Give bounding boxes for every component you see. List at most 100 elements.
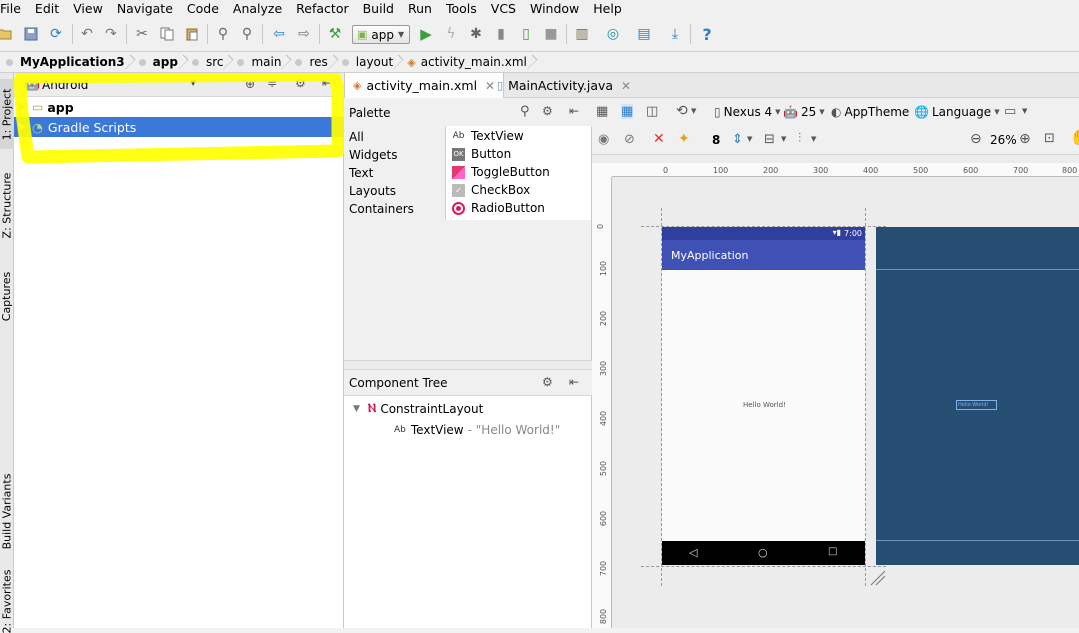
menu-edit[interactable]: Edit [28,0,66,18]
hide-panel-icon[interactable]: ⇤ [569,375,579,389]
language-select[interactable]: 🌐 Language ▼ [914,105,1000,119]
palette-category-widgets[interactable]: Widgets [349,148,398,162]
palette-item-textview[interactable]: Ab TextView [452,129,524,143]
sdk-manager-icon[interactable]: ◎ [604,25,622,43]
hide-panel-icon[interactable]: ⇤ [322,76,332,90]
infer-constraints-icon[interactable]: ✦ [678,131,690,147]
layout-variants-icon[interactable]: ▭ [1004,104,1016,119]
design-preview[interactable]: ▾▮ 7:00 MyApplication Hello World! ◁ ○ □ [662,227,865,565]
run-icon[interactable]: ▶ [417,25,435,43]
blueprint-textview[interactable]: Hello World! [956,400,997,410]
expand-arrow-icon[interactable] [19,103,25,111]
breadcrumb-project[interactable]: MyApplication3 [0,52,133,73]
gear-icon[interactable]: ⚙ [295,76,306,90]
breadcrumb-layout[interactable]: layout [336,52,401,73]
guidelines-icon[interactable]: ⫶ [798,131,801,146]
default-margin-value[interactable]: 8 [712,133,720,147]
structure-tool-tab[interactable]: Z: Structure [0,165,14,245]
both-modes-icon[interactable]: ◫ [646,104,658,119]
favorites-tool-tab[interactable]: 2: Favorites [0,569,14,633]
menu-window[interactable]: Window [523,0,586,18]
palette-category-containers[interactable]: Containers [349,202,414,216]
menu-navigate[interactable]: Navigate [110,0,180,18]
attach-debugger-icon[interactable]: ▯ [517,25,535,43]
search-icon[interactable]: ⚲ [520,104,530,119]
palette-category-layouts[interactable]: Layouts [349,184,396,198]
project-view-select[interactable]: Android [42,78,88,92]
build-variants-tool-tab[interactable]: Build Variants [0,461,14,561]
orientation-icon[interactable]: ⟲ [676,103,688,119]
tree-item-app[interactable]: ▭ app [14,97,344,117]
palette-item-button[interactable]: OK Button [452,147,511,161]
paste-icon[interactable] [183,25,201,43]
palette-item-togglebutton[interactable]: ToggleButton [452,165,550,179]
menu-view[interactable]: View [66,0,110,18]
help-icon[interactable]: ? [698,25,716,44]
theme-select[interactable]: ◐ AppTheme [831,105,909,119]
menu-build[interactable]: Build [356,0,401,18]
palette-item-checkbox[interactable]: ✓ CheckBox [452,183,530,197]
scroll-from-source-icon[interactable]: ⊕ [245,77,255,91]
sync-icon[interactable]: ⟳ [47,25,65,43]
breadcrumb-src[interactable]: src [186,52,232,73]
align-icon[interactable]: ⊟ [764,132,775,147]
menu-analyze[interactable]: Analyze [226,0,289,18]
back-nav-icon[interactable]: ◁ [689,546,697,559]
breadcrumb-main[interactable]: main [231,52,289,73]
api-level-select[interactable]: 🤖 25 ▼ [783,105,825,119]
gear-icon[interactable]: ⚙ [542,104,553,118]
tree-node-constraintlayout[interactable]: ▼ Ⲛ ConstraintLayout [353,401,483,416]
cut-icon[interactable]: ✂ [133,25,151,43]
open-folder-icon[interactable] [0,25,14,43]
chevron-down-icon[interactable]: ▼ [190,78,196,87]
tree-node-textview[interactable]: Ab TextView - "Hello World!" [394,423,560,437]
chevron-down-icon[interactable]: ▼ [747,135,752,143]
avd-manager-icon[interactable]: ▥ [573,25,591,43]
replace-icon[interactable]: ⚲ [238,25,256,43]
device-select[interactable]: ▯ Nexus 4 ▼ [714,105,781,119]
back-icon[interactable]: ⇦ [270,25,288,43]
breadcrumb-file[interactable]: ◈ activity_main.xml [401,52,535,73]
palette-item-radiobutton[interactable]: RadioButton [452,201,545,215]
stop-icon[interactable]: ■ [542,25,560,43]
blueprint-preview[interactable]: Hello World! [876,227,1079,565]
menu-refactor[interactable]: Refactor [289,0,355,18]
tree-item-gradle-scripts[interactable]: ◔ Gradle Scripts [14,117,344,137]
gear-icon[interactable]: ⚙ [542,375,553,389]
menu-vcs[interactable]: VCS [484,0,523,18]
clear-constraints-icon[interactable]: ✕ [653,131,665,147]
menu-help[interactable]: Help [586,0,629,18]
make-project-icon[interactable]: ⚒ [326,25,344,43]
design-mode-icon[interactable]: ▦ [596,104,608,119]
chevron-down-icon[interactable]: ▼ [1022,107,1027,115]
breadcrumb-app[interactable]: app [133,52,186,73]
home-nav-icon[interactable]: ○ [758,546,768,559]
panel-splitter[interactable] [344,360,592,370]
menu-tools[interactable]: Tools [439,0,484,18]
run-config-select[interactable]: ▣ app ▼ [352,25,410,44]
menu-code[interactable]: Code [180,0,226,18]
chevron-down-icon[interactable]: ▼ [781,135,786,143]
blueprint-mode-icon[interactable]: ▦ [621,104,634,119]
palette-category-all[interactable]: All [349,130,364,144]
undo-icon[interactable]: ↶ [78,25,96,43]
captures-tool-tab[interactable]: Captures [0,265,14,327]
pack-icon[interactable]: ⇕ [732,132,743,147]
recents-nav-icon[interactable]: □ [828,546,837,557]
zoom-out-icon[interactable]: ⊖ [970,131,982,147]
pan-icon[interactable]: ✋ [1070,130,1079,146]
tab-main-activity-java[interactable]: ▯ MainActivity.java ✕ [489,73,639,98]
expand-arrow-icon[interactable] [19,123,25,131]
autoconnect-icon[interactable]: ⊘ [624,132,635,147]
find-icon[interactable]: ⚲ [214,25,232,43]
resize-handle-icon[interactable] [870,570,886,586]
zoom-to-fit-icon[interactable]: ⊡ [1044,131,1055,146]
show-constraints-icon[interactable]: ◉ [598,132,609,147]
project-structure-icon[interactable]: ▤ [635,25,653,43]
redo-icon[interactable]: ↷ [102,25,120,43]
android-device-monitor-icon[interactable]: ⤓ [666,25,684,43]
collapse-arrow-icon[interactable]: ▼ [353,404,360,414]
menu-run[interactable]: Run [401,0,439,18]
hello-world-text[interactable]: Hello World! [743,401,786,409]
apply-changes-icon[interactable]: ϟ [442,25,460,43]
